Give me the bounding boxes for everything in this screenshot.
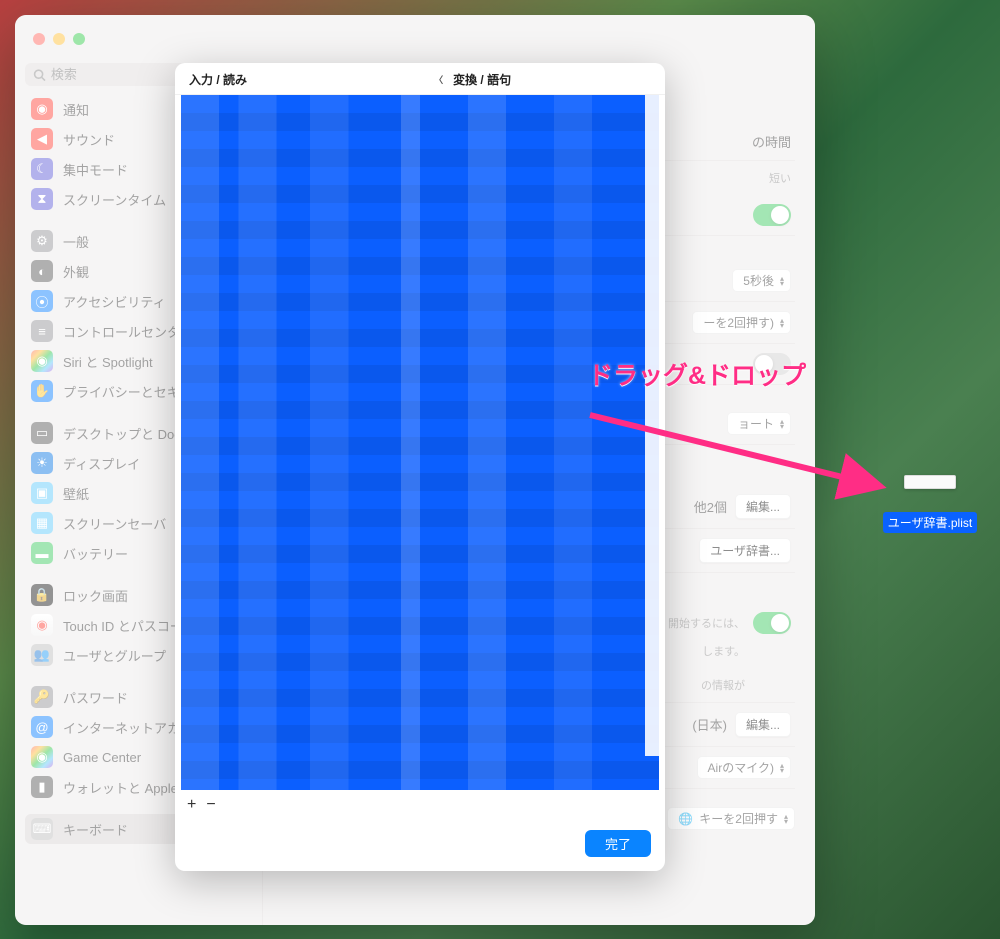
sidebar-item-label: スクリーンセーバ bbox=[63, 514, 166, 533]
at-icon: @ bbox=[31, 716, 53, 738]
select-value: Airのマイク) bbox=[708, 759, 774, 776]
person-icon: ⦿ bbox=[31, 290, 53, 312]
sidebar-item-label: 壁紙 bbox=[63, 484, 89, 503]
select-value: ョート bbox=[738, 415, 774, 432]
hand-icon: ✋ bbox=[31, 380, 53, 402]
info-text: の情報が bbox=[701, 677, 745, 693]
speaker-icon: ◀ bbox=[31, 128, 53, 150]
chevron-updown-icon: ▴▾ bbox=[780, 763, 784, 773]
sidebar-item-label: 外観 bbox=[63, 262, 89, 281]
screensaver-icon: ▦ bbox=[31, 512, 53, 534]
sidebar-item-label: デスクトップと Dock bbox=[63, 424, 187, 443]
sidebar-item-label: ロック画面 bbox=[63, 586, 128, 605]
sheet-toolbar: + − bbox=[175, 790, 665, 820]
user-dict-button[interactable]: ユーザ辞書... bbox=[699, 538, 791, 563]
sheet-table-header: 入力 / 読み 〈 変換 / 語句 bbox=[175, 63, 665, 95]
hint-text-2: します。 bbox=[702, 643, 745, 659]
toggle-1[interactable] bbox=[753, 204, 791, 226]
sidebar-item-label: 通知 bbox=[63, 100, 89, 119]
sidebar-item-label: ディスプレイ bbox=[63, 454, 140, 473]
battery-icon: ▬ bbox=[31, 542, 53, 564]
sidebar-item-label: キーボード bbox=[63, 820, 128, 839]
chevron-updown-icon: ▴▾ bbox=[780, 419, 784, 429]
sort-indicator-icon: 〈 bbox=[434, 73, 443, 86]
user-dictionary-sheet: 入力 / 読み 〈 変換 / 語句 + − 完了 bbox=[175, 63, 665, 871]
add-entry-button[interactable]: + bbox=[187, 796, 196, 814]
key-icon: 🔑 bbox=[31, 686, 53, 708]
column-label: 入力 / 読み bbox=[189, 71, 247, 88]
annotation-text: ドラッグ&ドロップ bbox=[588, 356, 806, 392]
plist-file-icon bbox=[904, 475, 956, 489]
sidebar-item-label: パスワード bbox=[63, 688, 128, 707]
mic-select[interactable]: Airのマイク) ▴▾ bbox=[697, 756, 791, 779]
column-label: 変換 / 語句 bbox=[453, 73, 511, 87]
globe-icon: 🌐 bbox=[678, 812, 693, 826]
photo-icon: ▣ bbox=[31, 482, 53, 504]
sun-icon: ☀ bbox=[31, 452, 53, 474]
globe-press-select[interactable]: 🌐 キーを2回押す ▴▾ bbox=[667, 807, 795, 830]
gear-icon: ⚙ bbox=[31, 230, 53, 252]
slider-label-short: 短い bbox=[769, 170, 791, 186]
desktop-file[interactable]: ユーザ辞書.plist bbox=[880, 475, 980, 533]
close-button[interactable] bbox=[33, 33, 45, 45]
sidebar-item-label: ユーザとグループ bbox=[63, 646, 166, 665]
search-icon bbox=[33, 68, 46, 82]
siri-icon: ◉ bbox=[31, 350, 53, 372]
file-label: ユーザ辞書.plist bbox=[883, 512, 977, 533]
sidebar-item-label: Game Center bbox=[63, 750, 141, 765]
row-label: の時間 bbox=[752, 132, 791, 151]
sidebar-item-label: サウンド bbox=[63, 130, 115, 149]
contrast-icon: ◐ bbox=[31, 260, 53, 282]
dictionary-entries-list[interactable] bbox=[181, 95, 659, 790]
remove-entry-button[interactable]: − bbox=[206, 796, 215, 814]
scrollbar[interactable] bbox=[645, 95, 659, 756]
sidebar-item-label: スクリーンタイム bbox=[63, 190, 166, 209]
column-header-conversion[interactable]: 変換 / 語句 bbox=[443, 71, 651, 88]
redacted-content bbox=[181, 95, 659, 790]
maximize-button[interactable] bbox=[73, 33, 85, 45]
hint-text: 開始するには、 bbox=[668, 615, 745, 631]
wallet-icon: ▮ bbox=[31, 776, 53, 798]
sidebar-item-label: 集中モード bbox=[63, 160, 128, 179]
done-button[interactable]: 完了 bbox=[585, 830, 651, 857]
sidebar-item-label: 一般 bbox=[63, 232, 89, 251]
delay-select[interactable]: 5秒後 ▴▾ bbox=[732, 269, 791, 292]
chevron-updown-icon: ▴▾ bbox=[780, 318, 784, 328]
lock-icon: 🔒 bbox=[31, 584, 53, 606]
minimize-button[interactable] bbox=[53, 33, 65, 45]
edit-button-1[interactable]: 編集... bbox=[735, 494, 791, 519]
sidebar-item-label: Siri と Spotlight bbox=[63, 352, 153, 371]
users-icon: 👥 bbox=[31, 644, 53, 666]
moon-icon: ☾ bbox=[31, 158, 53, 180]
titlebar bbox=[15, 15, 815, 63]
sidebar-item-label: アクセシビリティ bbox=[63, 292, 166, 311]
column-header-input[interactable]: 入力 / 読み 〈 bbox=[189, 71, 443, 88]
sidebar-item-label: バッテリー bbox=[63, 544, 128, 563]
chevron-updown-icon: ▴▾ bbox=[784, 814, 788, 824]
traffic-lights bbox=[33, 33, 85, 45]
edit-button-2[interactable]: 編集... bbox=[735, 712, 791, 737]
row-value: 他2個 bbox=[694, 497, 727, 516]
fingerprint-icon: ◉ bbox=[31, 614, 53, 636]
select-value: 5秒後 bbox=[743, 272, 774, 289]
sidebar-item-label: コントロールセンター bbox=[63, 322, 193, 341]
dock-icon: ▭ bbox=[31, 422, 53, 444]
select-value: キーを2回押す bbox=[699, 810, 778, 827]
sliders-icon: ≡ bbox=[31, 320, 53, 342]
gamecenter-icon: ◉ bbox=[31, 746, 53, 768]
row-value: (日本) bbox=[692, 715, 727, 734]
chevron-updown-icon: ▴▾ bbox=[780, 276, 784, 286]
hourglass-icon: ⧗ bbox=[31, 188, 53, 210]
sheet-actions: 完了 bbox=[175, 820, 665, 871]
bell-icon: ◉ bbox=[31, 98, 53, 120]
shortcut-select[interactable]: ョート ▴▾ bbox=[727, 412, 791, 435]
press-select-1[interactable]: ーを2回押す) ▴▾ bbox=[692, 311, 791, 334]
keyboard-icon: ⌨ bbox=[31, 818, 53, 840]
select-value: ーを2回押す) bbox=[703, 314, 774, 331]
toggle-3[interactable] bbox=[753, 612, 791, 634]
